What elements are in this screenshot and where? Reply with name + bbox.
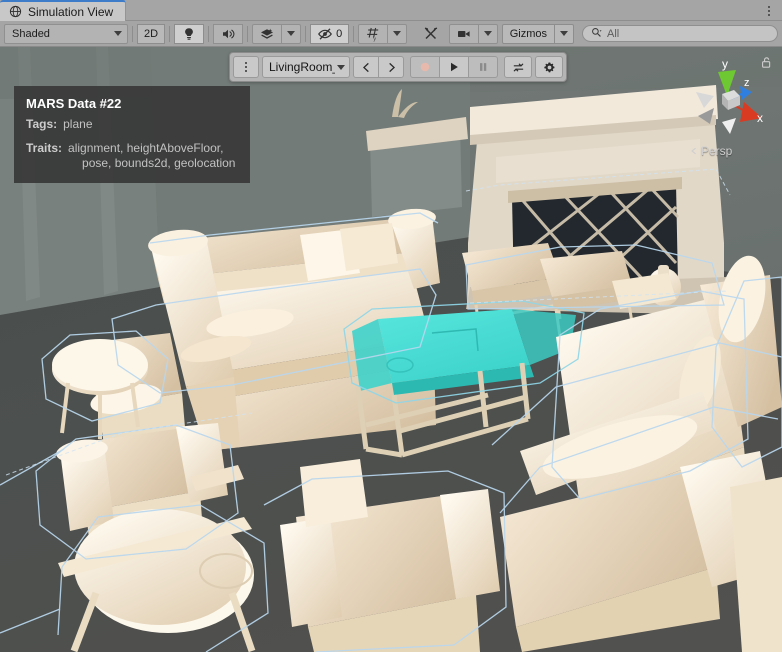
chevron-right-icon bbox=[388, 62, 395, 72]
mars-traits-line-1: alignment, heightAboveFloor, bbox=[68, 141, 224, 155]
simulation-transport-group bbox=[410, 56, 498, 78]
tab-label: Simulation View bbox=[28, 4, 114, 19]
camera-group bbox=[448, 23, 498, 44]
chevron-left-icon bbox=[691, 147, 696, 155]
toolbar-divider bbox=[132, 25, 133, 42]
chevron-down-icon bbox=[114, 31, 122, 36]
toolbar-divider bbox=[247, 25, 249, 42]
gizmos-toggle[interactable]: Gizmos bbox=[501, 23, 555, 44]
chevron-down-icon bbox=[393, 31, 402, 36]
camera-icon bbox=[456, 26, 472, 42]
tab-bar: Simulation View bbox=[0, 0, 782, 21]
scene-lighting-toggle[interactable] bbox=[174, 23, 205, 44]
toolbar-divider bbox=[208, 25, 210, 42]
simulation-view-window: Simulation View Shaded 2D 0 y Gizmos All… bbox=[0, 0, 782, 652]
hidden-objects-count: 0 bbox=[336, 27, 343, 40]
chevron-left-icon bbox=[362, 62, 369, 72]
draw-mode-label: Shaded bbox=[12, 27, 50, 40]
grid-visibility-toggle[interactable]: y bbox=[358, 23, 389, 44]
chevron-down-icon bbox=[287, 31, 296, 36]
grid-axis-icon: y bbox=[365, 26, 381, 42]
scene-audio-toggle[interactable] bbox=[213, 23, 244, 44]
scene-effects-toggle[interactable] bbox=[252, 23, 283, 44]
eye-off-icon bbox=[317, 26, 333, 42]
gear-icon bbox=[543, 61, 554, 72]
simulation-scene-dropdown[interactable]: LivingRoom_1: bbox=[262, 56, 350, 78]
speaker-icon bbox=[220, 26, 236, 42]
chevron-down-icon bbox=[483, 31, 492, 36]
mars-traits-value: alignment, heightAboveFloor, pose, bound… bbox=[68, 141, 235, 171]
scene-effects-dropdown[interactable] bbox=[281, 23, 302, 44]
play-icon bbox=[451, 62, 458, 72]
grid-group: y bbox=[358, 23, 408, 44]
lightbulb-icon bbox=[181, 26, 197, 42]
simulation-step-group bbox=[353, 56, 404, 78]
mars-traits-label: Traits: bbox=[26, 141, 63, 155]
scene-viewport[interactable]: MARS Data #22 Tags: plane Traits: alignm… bbox=[0, 47, 782, 652]
grid-dropdown[interactable] bbox=[387, 23, 408, 44]
record-button[interactable] bbox=[410, 56, 440, 78]
toggle-2d-label: 2D bbox=[144, 27, 159, 40]
mars-traits-row: Traits: alignment, heightAboveFloor, pos… bbox=[26, 141, 238, 171]
scene-tools-button[interactable] bbox=[417, 24, 445, 44]
vertical-dots-icon bbox=[768, 5, 770, 8]
toggle-2d-button[interactable]: 2D bbox=[137, 23, 166, 44]
svg-text:y: y bbox=[374, 36, 377, 41]
next-frame-button[interactable] bbox=[378, 56, 404, 78]
gizmo-z-label: z bbox=[744, 77, 750, 89]
vertical-dots-icon bbox=[245, 62, 247, 72]
sync-loop-icon bbox=[513, 63, 523, 71]
mars-panel-spacer bbox=[26, 132, 238, 141]
draw-mode-dropdown[interactable]: Shaded bbox=[4, 23, 128, 44]
gizmo-y-label: y bbox=[722, 57, 728, 71]
projection-mode-label[interactable]: Persp bbox=[690, 144, 732, 158]
mars-tags-row: Tags: plane bbox=[26, 117, 238, 132]
gizmos-group: Gizmos bbox=[501, 23, 574, 44]
effects-group bbox=[252, 23, 302, 44]
pause-button[interactable] bbox=[468, 56, 498, 78]
previous-frame-button[interactable] bbox=[353, 56, 379, 78]
tools-icon bbox=[423, 26, 439, 42]
gizmos-label: Gizmos bbox=[509, 27, 547, 40]
toolbar-divider bbox=[353, 25, 355, 42]
simulation-menu-button[interactable] bbox=[233, 56, 259, 78]
simulation-scene-label: LivingRoom_1: bbox=[269, 60, 335, 74]
unlocked-padlock-icon[interactable] bbox=[761, 56, 772, 69]
hidden-objects-toggle[interactable]: 0 bbox=[310, 23, 350, 44]
toolbar-divider bbox=[305, 25, 307, 42]
scene-orientation-gizmo[interactable]: y x z Persp bbox=[684, 52, 776, 162]
scene-toolbar: Shaded 2D 0 y Gizmos All bbox=[0, 21, 782, 47]
globe-icon bbox=[9, 5, 22, 18]
search-placeholder: All bbox=[607, 27, 620, 40]
search-icon bbox=[591, 25, 602, 43]
record-icon bbox=[420, 62, 430, 72]
simulation-control-bar: LivingRoom_1: bbox=[229, 52, 567, 82]
gizmo-x-label: x bbox=[757, 111, 763, 125]
mars-tags-label: Tags: bbox=[26, 117, 58, 131]
projection-mode-text: Persp bbox=[701, 144, 733, 158]
sync-loop-button[interactable] bbox=[504, 56, 532, 78]
mars-tags-value: plane bbox=[63, 117, 93, 131]
mars-data-overlay: MARS Data #22 Tags: plane Traits: alignm… bbox=[14, 86, 250, 183]
play-button[interactable] bbox=[439, 56, 469, 78]
tab-bar-menu-button[interactable] bbox=[762, 3, 776, 18]
scene-camera-button[interactable] bbox=[448, 23, 479, 44]
gizmos-dropdown[interactable] bbox=[554, 23, 574, 44]
chevron-down-icon bbox=[560, 31, 568, 36]
scene-search-field[interactable]: All bbox=[582, 25, 778, 42]
chevron-down-icon bbox=[337, 64, 345, 70]
simulation-settings-button[interactable] bbox=[535, 56, 563, 78]
scene-camera-dropdown[interactable] bbox=[477, 23, 498, 44]
tab-simulation-view[interactable]: Simulation View bbox=[0, 0, 127, 21]
mars-traits-line-2: pose, bounds2d, geolocation bbox=[82, 156, 236, 170]
fx-layers-icon bbox=[259, 26, 275, 42]
mars-data-title: MARS Data #22 bbox=[26, 96, 122, 111]
toolbar-divider bbox=[169, 25, 171, 42]
pause-icon bbox=[480, 63, 487, 71]
